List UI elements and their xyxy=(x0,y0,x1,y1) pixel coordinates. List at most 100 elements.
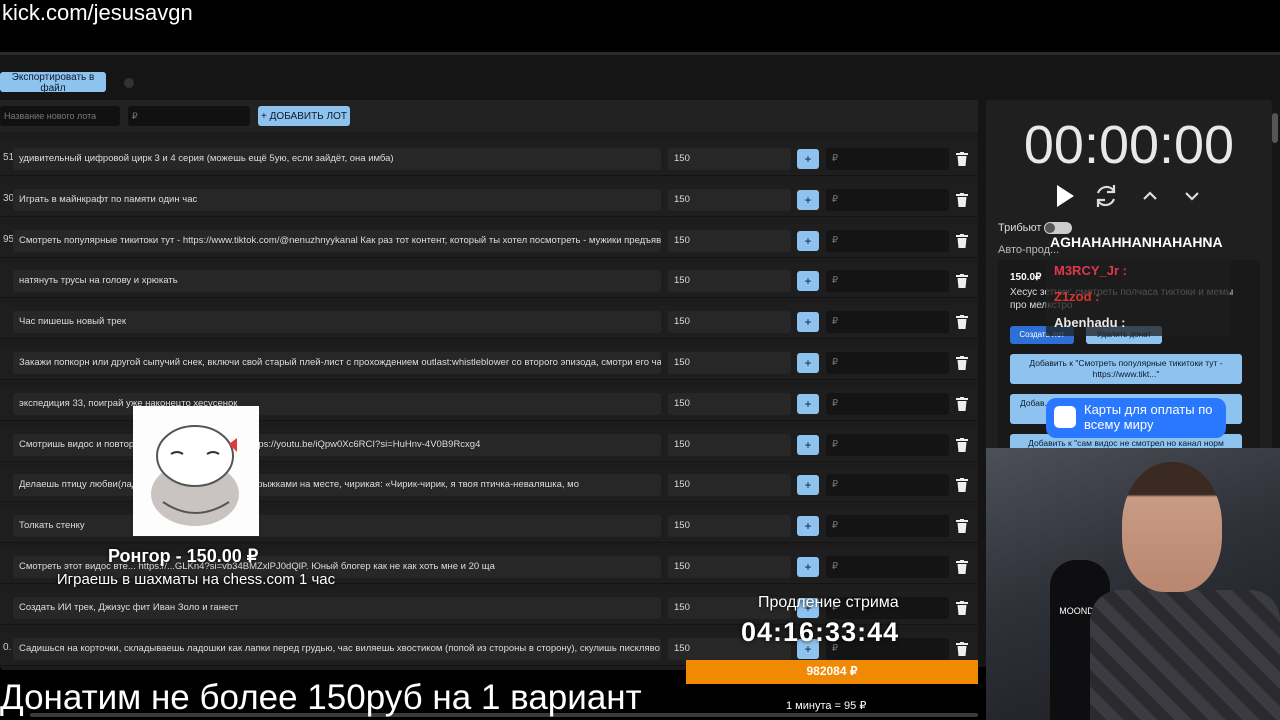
chat-user: M3RCY_Jr : xyxy=(1054,263,1127,278)
lot-amount-input[interactable]: 150 xyxy=(668,311,791,334)
lot-add-button[interactable]: + xyxy=(797,312,819,333)
lot-add-button[interactable]: + xyxy=(797,149,819,169)
donation-price: 150.0₽ xyxy=(1010,272,1042,283)
trash-icon[interactable] xyxy=(956,356,968,370)
lot-donate-input[interactable]: ₽ xyxy=(826,556,949,578)
ad-text: Карты для оплаты по всему миру xyxy=(1084,402,1213,432)
lot-title-input[interactable]: Делаешь птицу любви(ладо... таешь перед … xyxy=(13,474,661,497)
lot-donate-input[interactable]: ₽ xyxy=(826,433,949,456)
lot-amount-input[interactable]: 150 xyxy=(668,148,791,170)
lot-title-input[interactable]: Создать ИИ трек, Джизус фит Иван Золо и … xyxy=(13,596,661,619)
lot-donate-input[interactable]: ₽ xyxy=(826,188,949,211)
lot-add-button[interactable]: + xyxy=(797,189,819,210)
footer-caption: Донатим не более 150руб на 1 вариант xyxy=(0,678,642,717)
trash-icon[interactable] xyxy=(956,560,968,574)
chevron-up-icon[interactable] xyxy=(1136,182,1164,210)
progress-label: 982084 ₽ xyxy=(806,664,858,678)
streamer-head xyxy=(1122,462,1222,592)
lot-add-button[interactable]: + xyxy=(797,393,819,414)
lot-donate-input[interactable]: ₽ xyxy=(826,148,949,170)
trash-icon[interactable] xyxy=(956,152,968,166)
lot-title-input[interactable]: Смотреть популярные тикитоки тут - https… xyxy=(13,229,661,252)
lot-amount-input[interactable]: 150 xyxy=(668,392,791,415)
lot-donate-input[interactable]: ₽ xyxy=(826,474,949,497)
lot-amount-input[interactable]: 150 xyxy=(668,352,791,374)
tribute-label: Трибьют xyxy=(998,222,1042,234)
lot-add-button[interactable]: + xyxy=(797,353,819,373)
trash-icon[interactable] xyxy=(956,641,968,656)
trash-icon[interactable] xyxy=(956,396,968,411)
lot-title-input[interactable]: Толкать стенку xyxy=(13,515,661,538)
chat-row: Z1zod : xyxy=(1046,284,1230,310)
lot-amount-input[interactable]: 150 xyxy=(668,433,791,456)
lot-row: Час пишешь новый трек 150 + ₽ xyxy=(0,305,978,340)
lot-title-input[interactable]: Садишься на корточки, складываешь ладошк… xyxy=(13,637,661,660)
trash-icon[interactable] xyxy=(956,192,968,207)
lot-amount-input[interactable]: 150 xyxy=(668,229,791,252)
lot-add-button[interactable]: + xyxy=(797,271,819,292)
lot-add-button[interactable]: + xyxy=(797,475,819,496)
lot-title-input[interactable]: экспедиция 33, поиграй уже наконецто хес… xyxy=(13,392,661,415)
rate-text: 1 минута = 95 ₽ xyxy=(786,700,867,712)
refresh-icon[interactable] xyxy=(1092,182,1120,210)
lot-donate-input[interactable]: ₽ xyxy=(826,311,949,334)
lot-amount-input[interactable]: 150 xyxy=(668,188,791,211)
lot-amount-input[interactable]: 150 xyxy=(668,556,791,578)
lot-amount-input[interactable]: 150 xyxy=(668,270,791,293)
lot-row: натянуть трусы на голову и хрюкать 150 + ₽ xyxy=(0,264,978,299)
trash-icon[interactable] xyxy=(956,437,968,452)
add-lot-button[interactable]: + ДОБАВИТЬ ЛОТ xyxy=(258,106,350,126)
lot-add-button[interactable]: + xyxy=(797,557,819,577)
chat-message: AGHAHAHHANHAHAHNA xyxy=(1050,234,1223,250)
lot-donate-input[interactable]: ₽ xyxy=(826,352,949,374)
lot-add-button[interactable]: + xyxy=(797,516,819,537)
new-lot-row: Название нового лота ₽ + ДОБАВИТЬ ЛОТ xyxy=(0,100,978,132)
lot-title-input[interactable]: Играть в майнкрафт по памяти один час xyxy=(13,188,661,211)
donation-progress-bar: 982084 ₽ xyxy=(686,660,978,684)
chat-user: Z1zod : xyxy=(1054,289,1100,304)
donation-alert-image xyxy=(133,406,259,536)
status-dot xyxy=(124,78,134,88)
trash-icon[interactable] xyxy=(956,233,968,248)
browser-url-bar[interactable]: kick.com/jesusavgn xyxy=(0,0,1280,50)
lot-title-input[interactable]: Закажи попкорн или другой сыпучий снек, … xyxy=(13,352,661,374)
chat-row: M3RCY_Jr : xyxy=(1046,258,1230,284)
trash-icon[interactable] xyxy=(956,478,968,493)
trash-icon[interactable] xyxy=(956,519,968,534)
chat-user: Abenhadu : xyxy=(1054,315,1126,330)
card-ad-banner[interactable]: Карты для оплаты по всему миру xyxy=(1046,398,1226,438)
url-text: kick.com/jesusavgn xyxy=(2,0,193,25)
trash-icon[interactable] xyxy=(956,315,968,330)
new-lot-name-input[interactable]: Название нового лота xyxy=(0,106,120,126)
lot-row: 95. Смотреть популярные тикитоки тут - ht… xyxy=(0,223,978,258)
chat-row: Abenhadu : xyxy=(1046,310,1230,336)
lot-add-button[interactable]: + xyxy=(797,434,819,455)
lot-title-input[interactable]: натянуть трусы на голову и хрюкать xyxy=(13,270,661,293)
lot-title-input[interactable]: Час пишешь новый трек xyxy=(13,311,661,334)
wallet-icon xyxy=(1054,406,1076,428)
play-icon[interactable] xyxy=(1050,182,1078,210)
lot-donate-input[interactable]: ₽ xyxy=(826,392,949,415)
export-button[interactable]: Экспортировать в файл xyxy=(0,72,106,94)
lot-donate-input[interactable]: ₽ xyxy=(826,229,949,252)
trash-icon[interactable] xyxy=(956,274,968,289)
lot-number: 0. xyxy=(3,641,12,653)
lot-title-input[interactable]: удивительный цифровой цирк 3 и 4 серия (… xyxy=(13,148,661,170)
add-to-option-button[interactable]: Добавить к "Смотреть популярные тикитоки… xyxy=(1010,354,1242,384)
streamer-body xyxy=(1090,590,1280,720)
trash-icon[interactable] xyxy=(956,600,968,615)
lot-amount-input[interactable]: 150 xyxy=(668,515,791,538)
lot-title-input[interactable]: Смотришь видос и повторяешь ... ся делат… xyxy=(13,433,661,456)
lot-donate-input[interactable]: ₽ xyxy=(826,515,949,538)
lot-row: Закажи попкорн или другой сыпучий снек, … xyxy=(0,346,978,380)
scrollbar[interactable] xyxy=(1272,113,1278,143)
lot-amount-input[interactable]: 150 xyxy=(668,474,791,497)
extension-label: Продление стрима xyxy=(758,594,899,611)
donation-alert-text: Играешь в шахматы на chess.com 1 час xyxy=(56,571,336,588)
new-lot-amount-input[interactable]: ₽ xyxy=(128,106,250,126)
lot-donate-input[interactable]: ₽ xyxy=(826,270,949,293)
chevron-down-icon[interactable] xyxy=(1178,182,1206,210)
auction-timer: 00:00:00 xyxy=(1023,115,1235,175)
tribute-toggle[interactable] xyxy=(1044,222,1072,234)
lot-add-button[interactable]: + xyxy=(797,230,819,251)
